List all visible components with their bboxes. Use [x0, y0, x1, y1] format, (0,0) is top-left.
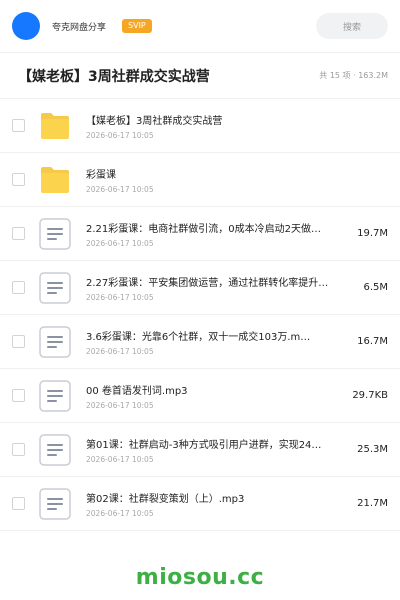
row-checkbox[interactable] [12, 443, 25, 456]
folder-icon [38, 163, 72, 197]
row-checkbox[interactable] [12, 335, 25, 348]
row-checkbox[interactable] [12, 389, 25, 402]
file-name: 第01课：社群启动-3种方式吸引用户进群，实现24… [86, 439, 322, 451]
folder-icon [38, 109, 72, 143]
document-icon [38, 379, 72, 413]
document-icon [38, 325, 72, 359]
row-checkbox[interactable] [12, 227, 25, 240]
file-size: 19.7M [357, 228, 388, 239]
file-name: 3.6彩蛋课：光靠6个社群，双十一成交103万.m… [86, 331, 311, 343]
top-bar: 夸克网盘分享 SVIP 搜索 [0, 0, 400, 52]
file-date: 2026-06-17 10:05 [86, 454, 154, 464]
file-name: 00 卷首语发刊词.mp3 [86, 385, 188, 397]
file-date: 2026-06-17 10:05 [86, 184, 154, 194]
app-window: 夸克网盘分享 SVIP 搜索 【媒老板】3周社群成交实战营 共 15 项 · 1… [0, 0, 400, 600]
watermark: miosou.cc [135, 565, 265, 590]
file-name: 2.21彩蛋课：电商社群做引流，0成本冷启动2天做… [86, 223, 321, 235]
file-date: 2026-06-17 10:05 [86, 292, 154, 302]
file-size: 6.5M [363, 282, 388, 293]
user-name[interactable]: 夸克网盘分享 [52, 20, 106, 33]
file-row[interactable]: 彩蛋课 2026-06-17 10:05 [0, 153, 400, 207]
file-name: 【媒老板】3周社群成交实战营 [86, 115, 223, 127]
file-size: 29.7KB [352, 390, 388, 401]
file-name: 彩蛋课 [86, 169, 116, 181]
file-row[interactable]: 00 卷首语发刊词.mp3 2026-06-17 10:05 29.7KB [0, 369, 400, 423]
search-input[interactable]: 搜索 [316, 13, 388, 39]
svip-badge: SVIP [122, 19, 152, 33]
file-size: 21.7M [357, 498, 388, 509]
file-date: 2026-06-17 10:05 [86, 508, 154, 518]
file-date: 2026-06-17 10:05 [86, 400, 154, 410]
file-size: 16.7M [357, 336, 388, 347]
file-date: 2026-06-17 10:05 [86, 346, 154, 356]
row-checkbox[interactable] [12, 497, 25, 510]
file-row[interactable]: 第02课：社群裂变策划（上）.mp3 2026-06-17 10:05 21.7… [0, 477, 400, 531]
file-row[interactable]: 2.21彩蛋课：电商社群做引流，0成本冷启动2天做… 2026-06-17 10… [0, 207, 400, 261]
file-size: 25.3M [357, 444, 388, 455]
file-row[interactable]: 2.27彩蛋课：平安集团做运营，通过社群转化率提升… 2026-06-17 10… [0, 261, 400, 315]
file-name: 第02课：社群裂变策划（上）.mp3 [86, 493, 245, 505]
file-row[interactable]: 3.6彩蛋课：光靠6个社群，双十一成交103万.m… 2026-06-17 10… [0, 315, 400, 369]
item-count: 共 15 项 · 163.2M [319, 71, 388, 80]
file-date: 2026-06-17 10:05 [86, 130, 154, 140]
row-checkbox[interactable] [12, 281, 25, 294]
document-icon [38, 487, 72, 521]
document-icon [38, 217, 72, 251]
row-checkbox[interactable] [12, 119, 25, 132]
file-row[interactable]: 【媒老板】3周社群成交实战营 2026-06-17 10:05 [0, 99, 400, 153]
file-date: 2026-06-17 10:05 [86, 238, 154, 248]
file-row[interactable]: 第01课：社群启动-3种方式吸引用户进群，实现24… 2026-06-17 10… [0, 423, 400, 477]
avatar[interactable] [12, 12, 40, 40]
page-header: 【媒老板】3周社群成交实战营 共 15 项 · 163.2M [0, 53, 400, 99]
row-checkbox[interactable] [12, 173, 25, 186]
file-name: 2.27彩蛋课：平安集团做运营，通过社群转化率提升… [86, 277, 329, 289]
file-list: 【媒老板】3周社群成交实战营 2026-06-17 10:05 彩蛋课 2026… [0, 99, 400, 531]
document-icon [38, 433, 72, 467]
document-icon [38, 271, 72, 305]
page-title: 【媒老板】3周社群成交实战营 [18, 68, 210, 85]
